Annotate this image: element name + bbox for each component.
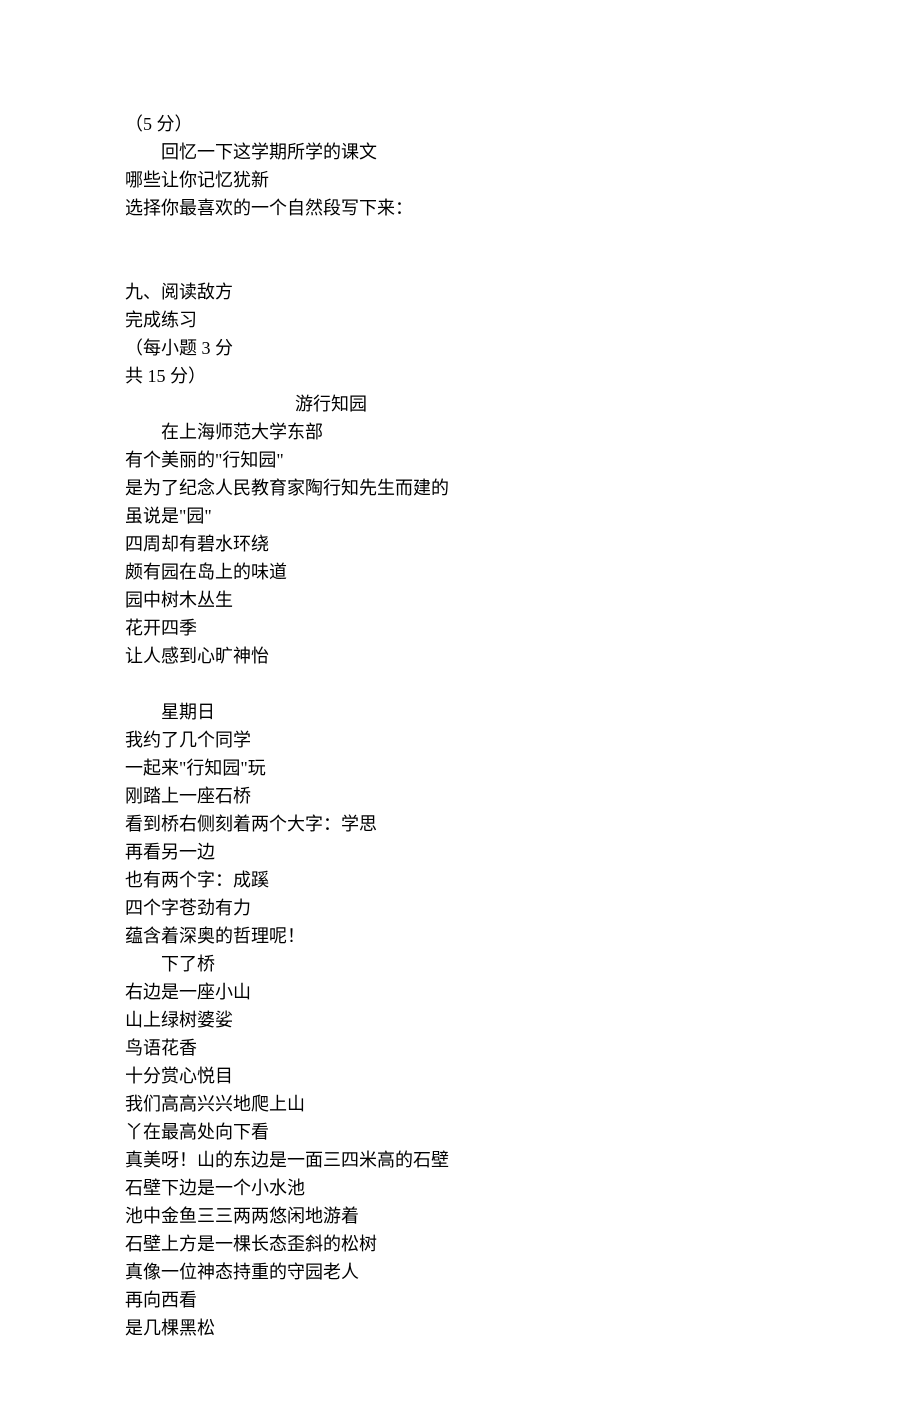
text-line: 园中树木丛生 <box>125 586 795 614</box>
text-line: 鸟语花香 <box>125 1034 795 1062</box>
text-line: 十分赏心悦目 <box>125 1062 795 1090</box>
text-line: 虽说是"园" <box>125 502 795 530</box>
text-line: 再向西看 <box>125 1286 795 1314</box>
text-line: 真美呀！山的东边是一面三四米高的石壁 <box>125 1146 795 1174</box>
text-line: 有个美丽的"行知园" <box>125 446 795 474</box>
text-line: 选择你最喜欢的一个自然段写下来： <box>125 194 795 222</box>
text-line: 下了桥 <box>125 950 795 978</box>
document-page: （5 分） 回忆一下这学期所学的课文 哪些让你记忆犹新 选择你最喜欢的一个自然段… <box>0 0 920 1402</box>
text-line: 山上绿树婆娑 <box>125 1006 795 1034</box>
passage-title: 游行知园 <box>125 390 795 418</box>
text-line: 刚踏上一座石桥 <box>125 782 795 810</box>
text-line: 一起来"行知园"玩 <box>125 754 795 782</box>
text-line: 完成练习 <box>125 306 795 334</box>
text-line: 星期日 <box>125 698 795 726</box>
text-line: 是为了纪念人民教育家陶行知先生而建的 <box>125 474 795 502</box>
text-line: 花开四季 <box>125 614 795 642</box>
text-line: （每小题 3 分 <box>125 334 795 362</box>
blank-line <box>125 670 795 698</box>
blank-line <box>125 222 795 250</box>
text-line: 是几棵黑松 <box>125 1314 795 1342</box>
text-line: 也有两个字：成蹊 <box>125 866 795 894</box>
text-line: 让人感到心旷神怡 <box>125 642 795 670</box>
text-line: 哪些让你记忆犹新 <box>125 166 795 194</box>
blank-line <box>125 250 795 278</box>
text-line: 我们高高兴兴地爬上山 <box>125 1090 795 1118</box>
text-line: 池中金鱼三三两两悠闲地游着 <box>125 1202 795 1230</box>
text-line: 回忆一下这学期所学的课文 <box>125 138 795 166</box>
text-line: 四个字苍劲有力 <box>125 894 795 922</box>
text-line: 蕴含着深奥的哲理呢！ <box>125 922 795 950</box>
text-line: 石壁上方是一棵长态歪斜的松树 <box>125 1230 795 1258</box>
text-line: （5 分） <box>125 110 795 138</box>
text-line: 右边是一座小山 <box>125 978 795 1006</box>
text-line: 真像一位神态持重的守园老人 <box>125 1258 795 1286</box>
text-line: 共 15 分） <box>125 362 795 390</box>
text-line: 再看另一边 <box>125 838 795 866</box>
text-line: 石壁下边是一个小水池 <box>125 1174 795 1202</box>
text-line: 我约了几个同学 <box>125 726 795 754</box>
text-line: 颇有园在岛上的味道 <box>125 558 795 586</box>
text-line: 在上海师范大学东部 <box>125 418 795 446</box>
text-line: 丫在最高处向下看 <box>125 1118 795 1146</box>
section-heading: 九、阅读敌方 <box>125 278 795 306</box>
text-line: 四周却有碧水环绕 <box>125 530 795 558</box>
text-line: 看到桥右侧刻着两个大字：学思 <box>125 810 795 838</box>
